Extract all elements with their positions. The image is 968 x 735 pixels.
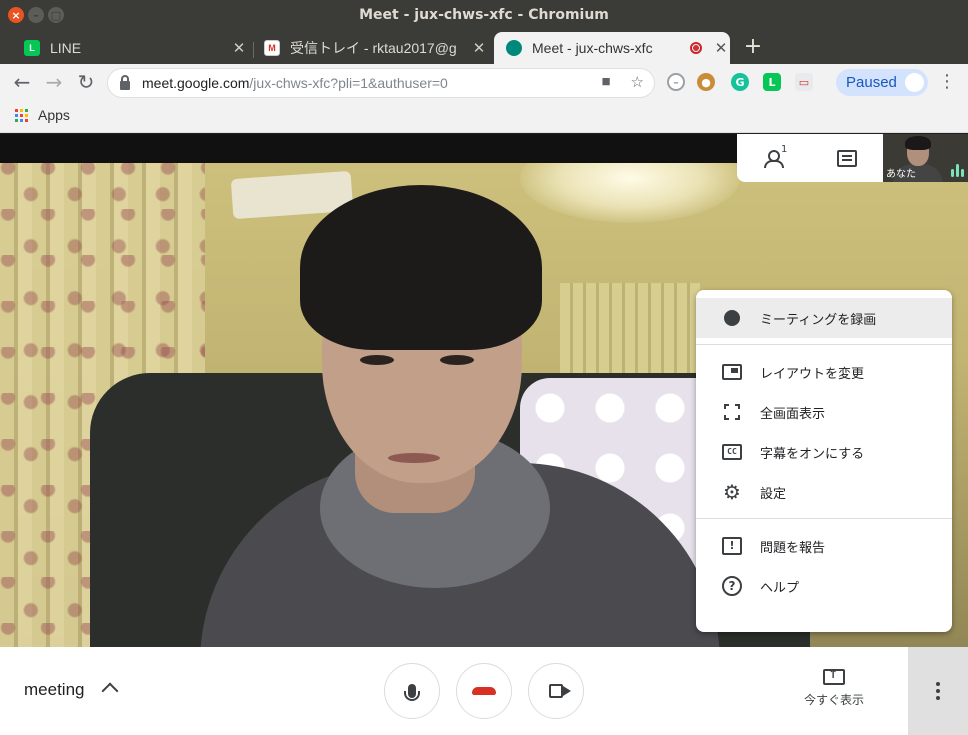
menu-item-label: 字幕をオンにする bbox=[760, 446, 865, 462]
back-button[interactable]: ← bbox=[10, 70, 34, 94]
window-minimize-button[interactable]: – bbox=[28, 7, 44, 23]
captions-icon: CC bbox=[721, 441, 743, 463]
tab-close-icon[interactable]: ✕ bbox=[712, 39, 730, 57]
apps-grid-icon[interactable] bbox=[15, 109, 28, 122]
menu-item-help[interactable]: ? ヘルプ bbox=[696, 566, 952, 606]
profile-paused-button[interactable]: Paused bbox=[836, 69, 928, 96]
record-icon bbox=[721, 307, 743, 329]
meet-icon bbox=[506, 40, 522, 56]
tab-close-icon[interactable]: ✕ bbox=[230, 39, 248, 57]
address-bar[interactable]: meet.google.com/jux-chws-xfc?pli=1&authu… bbox=[108, 69, 654, 97]
camera-button[interactable] bbox=[528, 663, 584, 719]
camera-icon bbox=[549, 684, 563, 698]
meet-stage: 1 あなた ミーティングを録画 レイアウトを変更 全画面表示 CC 字幕をオンに… bbox=[0, 134, 968, 647]
camera-in-use-icon[interactable]: ■ bbox=[601, 73, 610, 91]
video-person-eye bbox=[360, 355, 394, 365]
chat-button[interactable] bbox=[810, 134, 883, 182]
menu-item-captions[interactable]: CC 字幕をオンにする bbox=[696, 432, 952, 472]
menu-item-change-layout[interactable]: レイアウトを変更 bbox=[696, 352, 952, 392]
help-icon: ? bbox=[721, 575, 743, 597]
hang-up-icon bbox=[472, 687, 496, 695]
video-person-hair bbox=[300, 185, 542, 350]
recording-indicator-icon bbox=[690, 42, 702, 54]
present-now-label: 今すぐ表示 bbox=[803, 693, 864, 707]
menu-item-label: レイアウトを変更 bbox=[760, 366, 865, 382]
tab-strip: L LINE ✕ M 受信トレイ - rktau2017@g ✕ Meet - … bbox=[0, 30, 968, 64]
forward-button[interactable]: → bbox=[42, 70, 66, 94]
more-vert-icon bbox=[936, 682, 940, 700]
browser-menu-button[interactable]: ⋮ bbox=[938, 72, 956, 92]
url-path: /jux-chws-xfc?pli=1&authuser=0 bbox=[249, 75, 448, 91]
participants-button[interactable]: 1 bbox=[737, 134, 810, 182]
chevron-up-icon[interactable] bbox=[101, 682, 119, 700]
tab-gmail[interactable]: M 受信トレイ - rktau2017@g ✕ bbox=[264, 32, 488, 64]
tab-line[interactable]: L LINE ✕ bbox=[24, 32, 248, 64]
report-problem-icon: ! bbox=[721, 535, 743, 557]
window-title: Meet - jux-chws-xfc - Chromium bbox=[359, 7, 609, 23]
meeting-name[interactable]: meeting bbox=[24, 680, 84, 700]
self-view-label: あなた bbox=[886, 169, 916, 180]
tab-close-icon[interactable]: ✕ bbox=[470, 39, 488, 57]
menu-divider bbox=[696, 344, 952, 345]
menu-item-settings[interactable]: ⚙ 設定 bbox=[696, 472, 952, 512]
tab-label: Meet - jux-chws-xfc bbox=[532, 40, 653, 56]
present-screen-icon bbox=[823, 667, 845, 685]
tab-label: 受信トレイ - rktau2017@g bbox=[290, 40, 457, 56]
gmail-icon: M bbox=[264, 40, 280, 56]
meeting-control-bar: meeting 今すぐ表示 bbox=[0, 647, 968, 735]
new-tab-button[interactable]: + bbox=[742, 36, 764, 58]
video-person-eye bbox=[440, 355, 474, 365]
meeting-top-controls: 1 bbox=[737, 134, 883, 182]
cast-icon[interactable]: ▭ bbox=[795, 73, 813, 91]
tab-label: LINE bbox=[50, 40, 82, 56]
menu-item-fullscreen[interactable]: 全画面表示 bbox=[696, 392, 952, 432]
menu-item-label: ミーティングを録画 bbox=[760, 312, 877, 328]
audio-level-icon bbox=[951, 164, 964, 177]
menu-item-label: 全画面表示 bbox=[760, 406, 826, 422]
tab-separator bbox=[253, 42, 254, 58]
cookie-icon[interactable]: ● bbox=[697, 73, 715, 91]
self-view-hair bbox=[905, 136, 931, 150]
paused-label: Paused bbox=[846, 74, 897, 91]
participants-count: 1 bbox=[781, 144, 788, 155]
lock-icon[interactable] bbox=[120, 75, 130, 90]
bookmarks-bar: Apps bbox=[0, 100, 968, 133]
adblock-icon[interactable]: – bbox=[667, 73, 685, 91]
tab-meet[interactable]: Meet - jux-chws-xfc ✕ bbox=[494, 32, 730, 64]
apps-bookmark[interactable]: Apps bbox=[38, 107, 70, 123]
menu-item-label: 問題を報告 bbox=[760, 540, 826, 556]
video-person-mouth bbox=[388, 453, 440, 463]
menu-item-label: 設定 bbox=[760, 486, 787, 502]
more-options-button[interactable] bbox=[908, 647, 968, 735]
chat-icon bbox=[836, 149, 857, 167]
menu-divider bbox=[696, 518, 952, 519]
fullscreen-icon bbox=[721, 401, 743, 423]
browser-toolbar: ← → ↻ meet.google.com/jux-chws-xfc?pli=1… bbox=[0, 64, 968, 100]
microphone-icon bbox=[404, 684, 420, 701]
window-titlebar: × – □ Meet - jux-chws-xfc - Chromium bbox=[0, 0, 968, 30]
self-view-tile[interactable]: あなた bbox=[883, 134, 968, 182]
bookmark-star-icon[interactable]: ☆ bbox=[631, 73, 644, 91]
menu-item-report-problem[interactable]: ! 問題を報告 bbox=[696, 526, 952, 566]
line-icon: L bbox=[24, 40, 40, 56]
menu-item-record[interactable]: ミーティングを録画 bbox=[696, 298, 952, 338]
microphone-button[interactable] bbox=[384, 663, 440, 719]
menu-item-label: ヘルプ bbox=[760, 580, 800, 596]
window-maximize-button[interactable]: □ bbox=[48, 7, 64, 23]
options-menu: ミーティングを録画 レイアウトを変更 全画面表示 CC 字幕をオンにする ⚙ 設… bbox=[696, 290, 952, 632]
url-host: meet.google.com bbox=[142, 75, 250, 91]
present-now-button[interactable]: 今すぐ表示 bbox=[792, 667, 876, 708]
grammarly-icon[interactable]: G bbox=[731, 73, 749, 91]
window-controls: × – □ bbox=[8, 7, 64, 23]
video-background-light bbox=[520, 163, 740, 223]
hang-up-button[interactable] bbox=[456, 663, 512, 719]
profile-avatar-icon bbox=[905, 73, 924, 92]
settings-gear-icon: ⚙ bbox=[723, 480, 741, 504]
window-close-button[interactable]: × bbox=[8, 7, 24, 23]
address-bar-actions: ■ ☆ bbox=[601, 73, 644, 91]
line-extension-icon[interactable]: L bbox=[763, 73, 781, 91]
layout-icon bbox=[721, 361, 743, 383]
reload-button[interactable]: ↻ bbox=[74, 70, 98, 94]
